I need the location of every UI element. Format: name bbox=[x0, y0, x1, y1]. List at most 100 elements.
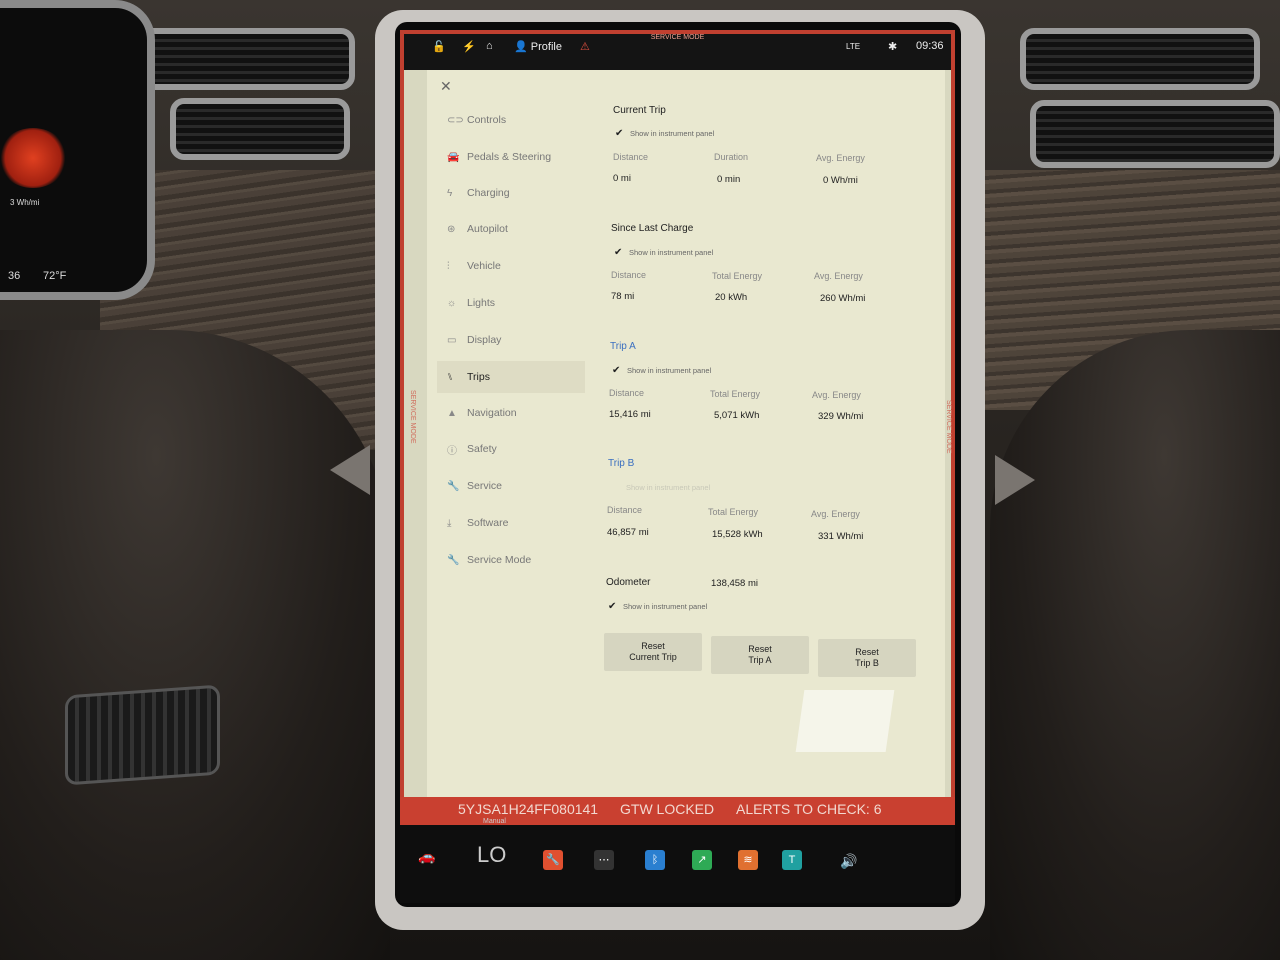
nav-label: Controls bbox=[467, 114, 507, 126]
stat-label: Distance bbox=[611, 270, 647, 280]
stat-label: Avg. Energy bbox=[814, 271, 863, 281]
steering-wheel-icon: ⊛ bbox=[447, 223, 456, 235]
pedal bbox=[65, 684, 220, 786]
car-icon: 🚘 bbox=[447, 151, 460, 163]
nav-label: Lights bbox=[467, 297, 496, 309]
energy-graph-icon[interactable]: ↗ bbox=[692, 850, 712, 870]
stat-label: Avg. Energy bbox=[816, 153, 865, 163]
stat-value: 78 mi bbox=[611, 291, 635, 302]
lock-icon[interactable]: 🔓 bbox=[432, 40, 446, 53]
stat-label: Total Energy bbox=[708, 507, 759, 517]
car-icon[interactable]: 🚗 bbox=[418, 848, 435, 865]
cluster-odo: 36 bbox=[8, 270, 21, 282]
leather-panel-left bbox=[0, 330, 390, 960]
cluster-temperature: 72°F bbox=[43, 270, 67, 282]
home-icon[interactable]: ⌂ bbox=[486, 40, 493, 52]
status-bar: SERVICE MODE 🔓 ⚡ ⌂ 👤 Profile ⚠ LTE ✱ 09:… bbox=[404, 34, 951, 70]
trip-a-show-checkbox[interactable]: ✔ Show in instrument panel bbox=[612, 365, 711, 376]
bolt-icon[interactable]: ⚡ bbox=[462, 40, 476, 53]
stat-label: Distance bbox=[609, 388, 645, 398]
bolt-icon: ϟ bbox=[447, 187, 453, 199]
current-trip-show-checkbox[interactable]: ✔ Show in instrument panel bbox=[615, 128, 714, 139]
checkmark-icon: ✔ bbox=[614, 247, 623, 258]
stat-value: 15,528 kWh bbox=[712, 529, 763, 540]
media-icon[interactable]: ≋ bbox=[738, 850, 758, 870]
stat-value: 15,416 mi bbox=[609, 409, 651, 420]
nav-item-controls[interactable]: ⊂⊃ Controls bbox=[437, 104, 585, 136]
trip-b-show-checkbox[interactable]: Show in instrument panel bbox=[611, 482, 710, 492]
odometer-show-checkbox[interactable]: ✔ Show in instrument panel bbox=[608, 601, 707, 612]
reset-current-trip-button[interactable]: Reset Current Trip bbox=[604, 633, 702, 671]
stat-value: 0 mi bbox=[613, 173, 631, 184]
alert-icon[interactable]: ⚠ bbox=[580, 40, 590, 53]
nav-item-lights[interactable]: ☼ Lights bbox=[437, 287, 585, 319]
navigation-arrow-icon: ▲ bbox=[447, 407, 457, 419]
screen-glare bbox=[795, 690, 895, 752]
nav-label: Software bbox=[467, 517, 509, 529]
nav-item-display[interactable]: ▭ Display bbox=[437, 324, 585, 356]
alerts-count[interactable]: ALERTS TO CHECK: 6 bbox=[736, 801, 882, 817]
more-apps-icon[interactable]: ⋯ bbox=[594, 850, 614, 870]
trip-a-title: Trip A bbox=[610, 341, 636, 352]
bluetooth-icon[interactable]: ᛒ bbox=[645, 850, 665, 870]
air-vent-right-top bbox=[1020, 28, 1260, 90]
cluster-energy: 3 Wh/mi bbox=[10, 198, 40, 207]
nav-label: Pedals & Steering bbox=[467, 151, 552, 163]
profile-button[interactable]: 👤 Profile bbox=[514, 40, 562, 53]
nav-label: Charging bbox=[467, 187, 510, 199]
stat-value: 5,071 kWh bbox=[714, 410, 760, 421]
nav-item-navigation[interactable]: ▲ Navigation bbox=[437, 397, 585, 429]
checkbox-label: Show in instrument panel bbox=[629, 247, 714, 257]
vin-text: 5YJSA1H24FF080141 bbox=[458, 801, 599, 817]
toggle-icon: ⊂⊃ bbox=[447, 114, 464, 126]
stat-value: 20 kWh bbox=[715, 292, 748, 303]
service-mode-side-label: SERVICE MODE bbox=[409, 390, 416, 444]
stat-label: Total Energy bbox=[710, 389, 761, 399]
leather-panel-right bbox=[990, 330, 1280, 960]
nav-item-charging[interactable]: ϟ Charging bbox=[437, 177, 585, 209]
reset-trip-b-button[interactable]: Reset Trip B bbox=[818, 639, 916, 677]
close-icon[interactable]: ✕ bbox=[440, 78, 452, 95]
wrench-icon: 🔧 bbox=[447, 554, 460, 566]
nav-item-trips[interactable]: ⑊ Trips bbox=[437, 361, 585, 393]
nav-label: Trips bbox=[467, 371, 490, 383]
nav-item-pedals-steering[interactable]: 🚘 Pedals & Steering bbox=[437, 141, 585, 173]
climate-temperature[interactable]: LO bbox=[477, 842, 506, 868]
climate-mode: Manual bbox=[483, 818, 506, 825]
volume-icon[interactable]: 🔊 bbox=[840, 853, 857, 870]
checkbox-empty-icon bbox=[611, 482, 621, 492]
service-mode-side-label: SERVICE MODE bbox=[945, 400, 952, 454]
since-charge-show-checkbox[interactable]: ✔ Show in instrument panel bbox=[614, 247, 714, 258]
nav-label: Safety bbox=[467, 443, 497, 455]
stat-value: 260 Wh/mi bbox=[820, 293, 866, 304]
nav-item-software[interactable]: ⤓ Software bbox=[437, 507, 585, 539]
person-icon: 👤 bbox=[514, 41, 528, 53]
sliders-icon: ⫶ bbox=[447, 260, 450, 272]
wrench-icon[interactable]: 🔧 bbox=[543, 850, 563, 870]
checkmark-icon: ✔ bbox=[608, 601, 617, 612]
nav-label: Service bbox=[467, 480, 503, 492]
nav-item-autopilot[interactable]: ⊛ Autopilot bbox=[437, 213, 585, 245]
nav-item-vehicle[interactable]: ⫶ Vehicle bbox=[437, 250, 585, 282]
stat-label: Total Energy bbox=[712, 271, 763, 281]
network-indicator: LTE bbox=[846, 42, 861, 51]
odometer-value: 138,458 mi bbox=[711, 578, 759, 589]
profile-label: Profile bbox=[530, 41, 562, 53]
gtw-status: GTW LOCKED bbox=[620, 801, 715, 817]
checkbox-label: Show in instrument panel bbox=[626, 482, 711, 492]
nav-item-service[interactable]: 🔧 Service bbox=[437, 470, 585, 502]
since-charge-title: Since Last Charge bbox=[611, 223, 694, 234]
instrument-cluster: 3 Wh/mi 36 72°F bbox=[0, 0, 155, 300]
trips-icon: ⑊ bbox=[447, 371, 453, 383]
nav-item-safety[interactable]: ⓘ Safety bbox=[437, 433, 585, 465]
display-icon: ▭ bbox=[447, 334, 457, 346]
nav-item-service-mode[interactable]: 🔧 Service Mode bbox=[437, 544, 585, 576]
toybox-icon[interactable]: T bbox=[782, 850, 802, 870]
clock: 09:36 bbox=[916, 40, 944, 52]
checkmark-icon: ✔ bbox=[615, 128, 624, 139]
stat-label: Duration bbox=[714, 152, 749, 162]
air-vent-left-bottom bbox=[170, 98, 350, 160]
download-icon: ⤓ bbox=[447, 517, 452, 529]
stat-value: 46,857 mi bbox=[607, 527, 649, 538]
reset-trip-a-button[interactable]: Reset Trip A bbox=[711, 636, 809, 674]
